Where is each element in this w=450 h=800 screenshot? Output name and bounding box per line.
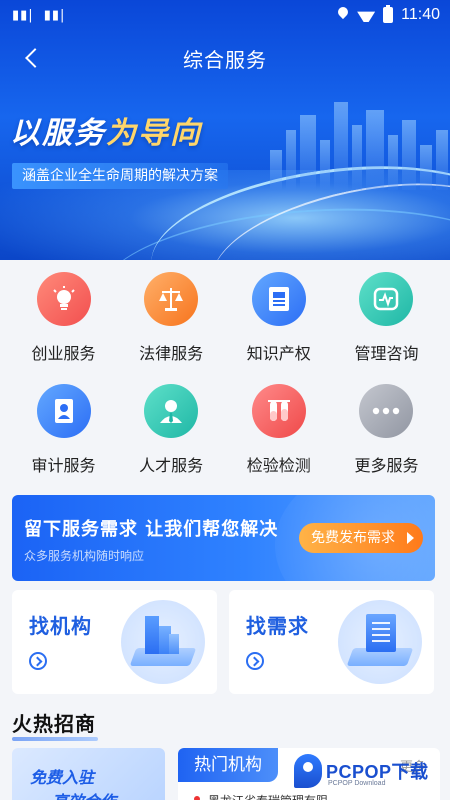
test-tube-icon [251,384,306,438]
card-title: 找需求 [246,614,309,638]
find-demand-card[interactable]: 找需求 [229,590,434,694]
service-label: 知识产权 [246,344,311,363]
service-label: 检验检测 [246,456,311,475]
service-item-startup[interactable]: 创业服务 [10,268,117,380]
slogan-highlight: 为导向 [106,116,202,151]
scales-icon [144,272,199,326]
pcpop-logo-icon [294,754,322,788]
lightbulb-icon [36,272,91,326]
service-label: 创业服务 [31,344,96,363]
id-card-icon [36,384,91,438]
document-illustration [338,600,422,684]
nav-bar: 综合服务 [0,36,450,80]
banner-slogan: 以服务为导向 [10,108,202,152]
bullet-dot [194,796,200,800]
free-join-promo[interactable]: 免费入驻 高效合作 [12,748,165,800]
service-label: 更多服务 [354,456,419,475]
status-bar: ▮▮| ▮▮| 11:40 [0,0,450,30]
publish-request-button[interactable]: 免费发布需求 [299,523,423,553]
service-item-consulting[interactable]: 管理咨询 [333,268,440,380]
more-dots-icon [359,384,414,438]
service-item-testing[interactable]: 检验检测 [225,380,332,492]
hero-banner: ▮▮| ▮▮| 11:40 综合服务 以服务为导向 涵盖企业全生命周期的解决方案 [0,0,450,260]
service-item-audit[interactable]: 审计服务 [10,380,117,492]
arrow-circle-icon [29,652,47,670]
cta-title: 留下服务需求 让我们帮您解决 [24,519,279,540]
service-label: 人才服务 [139,456,204,475]
promo-text: 高效合作 [52,788,116,800]
page-title: 综合服务 [183,48,267,72]
section-title-hot: 火热招商 [12,708,98,741]
card-title: 找机构 [29,614,92,638]
signal-icon: ▮▮| [43,8,66,23]
tab-hot-institutions[interactable]: 热门机构 [178,748,278,782]
document-icon [251,272,306,326]
service-label: 法律服务 [139,344,204,363]
service-grid: 创业服务 法律服务 知识产权 管理咨询 审计服务 人才服务 检验检测 更多服务 [10,268,440,492]
chart-badge-icon [359,272,414,326]
promo-text: 免费入驻 [30,768,95,787]
watermark: PCPOP下载 PCPOP Download [294,750,444,794]
signal-indicators: ▮▮| ▮▮| [12,8,65,23]
service-label: 管理咨询 [354,344,419,363]
service-request-banner[interactable]: 留下服务需求 让我们帮您解决 众多服务机构随时响应 免费发布需求 [12,495,435,581]
signal-icon: ▮▮| [12,8,34,23]
service-item-ip[interactable]: 知识产权 [225,268,332,380]
publish-request-label: 免费发布需求 [311,530,395,546]
wifi-icon [357,8,375,22]
watermark-sub: PCPOP Download [328,780,386,787]
service-item-legal[interactable]: 法律服务 [118,268,225,380]
slogan-text: 以服务 [10,116,106,151]
battery-icon [383,5,394,23]
service-item-more[interactable]: 更多服务 [333,380,440,492]
location-icon [337,7,349,23]
status-time: 11:40 [401,6,440,23]
service-label: 审计服务 [31,456,96,475]
find-institution-card[interactable]: 找机构 [12,590,217,694]
buildings-illustration [121,600,205,684]
city-skyline-graphic [250,100,450,190]
service-item-talent[interactable]: 人才服务 [118,380,225,492]
arrow-circle-icon [246,652,264,670]
play-arrow-icon [407,532,414,544]
cta-subtitle: 众多服务机构随时响应 [24,549,145,563]
person-icon [144,384,199,438]
banner-subtitle: 涵盖企业全生命周期的解决方案 [12,163,228,189]
